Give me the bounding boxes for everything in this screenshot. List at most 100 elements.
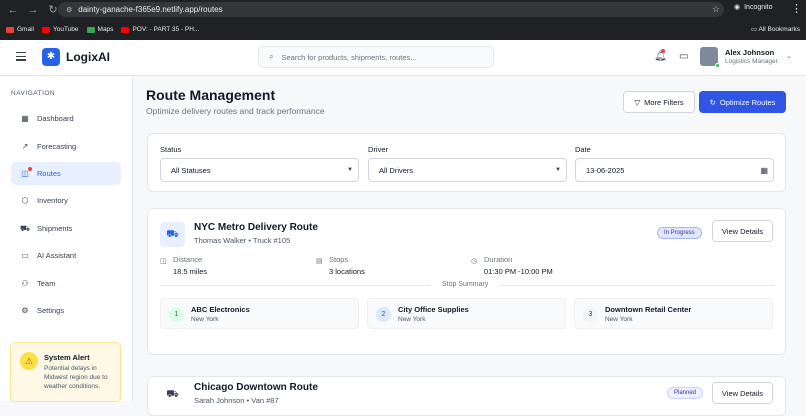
- sidebar-item-settings[interactable]: ⚙ Settings: [11, 299, 121, 322]
- route-name: NYC Metro Delivery Route: [194, 222, 318, 233]
- page-title: Route Management: [146, 87, 276, 103]
- search-placeholder: Search for products, shipments, routes..…: [281, 52, 417, 62]
- bookmark-label: Maps: [97, 26, 114, 33]
- sidebar: NAVIGATION ▦ Dashboard ↗ Forecasting ◫ Rout…: [0, 77, 133, 402]
- sidebar-item-inventory[interactable]: ⬡ Inventory: [11, 189, 121, 212]
- incognito-indicator[interactable]: ◉ Incognito: [734, 3, 773, 12]
- user-name: Alex Johnson: [725, 48, 775, 57]
- driver-select[interactable]: All Drivers ▼: [368, 158, 567, 182]
- system-alert: ⚠ System Alert Potential delays in Midwe…: [10, 342, 121, 402]
- chevron-down-icon: ▼: [347, 167, 353, 173]
- address-bar[interactable]: ⚙ dainty-ganache-f365e9.netlify.app/rout…: [58, 2, 724, 17]
- user-role: Logistics Manager: [725, 58, 778, 65]
- all-bookmarks[interactable]: ▭ All Bookmarks: [751, 25, 800, 33]
- date-input[interactable]: 13-06-2025 ▦: [575, 158, 774, 182]
- app-header: ✱ LogixAI ⌕ Search for products, shipmen…: [0, 40, 806, 76]
- warning-icon: ⚠: [20, 352, 38, 370]
- stop-item: 1 ABC Electronics New York: [160, 298, 359, 329]
- browser-menu-icon[interactable]: ⋮: [791, 2, 802, 15]
- metric-value: 3 locations: [329, 267, 365, 276]
- bookmark-pov[interactable]: POV: - PART 35 - PH...: [121, 26, 199, 33]
- incognito-icon: ◉: [734, 4, 741, 11]
- optimize-label: Optimize Routes: [719, 97, 776, 107]
- status-select[interactable]: All Statuses ▼: [160, 158, 359, 182]
- bookmark-label: POV: - PART 35 - PH...: [132, 26, 200, 33]
- bookmark-star-icon[interactable]: ☆: [712, 4, 720, 15]
- more-filters-label: More Filters: [644, 97, 684, 107]
- metric-label: Stops: [329, 255, 349, 264]
- metric-label: Distance: [173, 255, 203, 264]
- bookmark-maps[interactable]: Maps: [86, 26, 114, 33]
- truck-icon: ⛟: [160, 222, 185, 247]
- view-details-button[interactable]: View Details: [712, 220, 773, 242]
- gear-icon: ⚙: [21, 306, 29, 315]
- browser-chrome: ← → ↻ ⚙ dainty-ganache-f365e9.netlify.ap…: [0, 0, 806, 40]
- main-content: Route Management Optimize delivery route…: [134, 77, 806, 416]
- refresh-icon: ↻: [709, 97, 716, 107]
- stop-item: 2 City Office Supplies New York: [367, 298, 566, 329]
- notification-dot: [28, 167, 32, 171]
- truck-icon: ⛟: [166, 389, 179, 400]
- sidebar-item-routes[interactable]: ◫ Routes: [11, 162, 121, 185]
- driver-filter-label: Driver: [368, 145, 388, 154]
- stop-city: New York: [191, 316, 219, 323]
- online-status-dot: [715, 63, 720, 68]
- stop-name: City Office Supplies: [398, 305, 469, 314]
- stop-name: ABC Electronics: [191, 305, 250, 314]
- status-badge: Planned: [667, 387, 704, 399]
- sidebar-item-dashboard[interactable]: ▦ Dashboard: [11, 107, 121, 130]
- logo-icon: ✱: [42, 48, 60, 66]
- filters-panel: Status All Statuses ▼ Driver All Drivers ▼…: [147, 133, 786, 192]
- driver-value: All Drivers: [379, 165, 414, 175]
- clock-icon: ◷: [471, 258, 478, 265]
- gmail-icon: [6, 26, 14, 33]
- brand-name: LogixAI: [66, 50, 110, 64]
- route-meta: Thomas Walker • Truck #105: [194, 236, 291, 245]
- optimize-routes-button[interactable]: ↻ Optimize Routes: [699, 91, 786, 113]
- trend-icon: ↗: [21, 142, 29, 151]
- stop-summary-label: Stop Summary: [430, 281, 501, 288]
- bookmarks-bar: Gmail YouTube Maps POV: - PART 35 - PH..…: [0, 21, 806, 38]
- date-filter-label: Date: [575, 145, 591, 154]
- stop-city: New York: [605, 316, 633, 323]
- box-icon: ⬡: [21, 196, 29, 205]
- url-text: dainty-ganache-f365e9.netlify.app/routes: [78, 5, 223, 14]
- bookmark-label: Gmail: [17, 26, 34, 33]
- status-badge: In Progress: [657, 227, 702, 239]
- stop-city: New York: [398, 316, 426, 323]
- stop-number: 2: [376, 307, 391, 322]
- sidebar-item-shipments[interactable]: ⛟ Shipments: [11, 217, 121, 240]
- bookmark-youtube[interactable]: YouTube: [41, 26, 79, 33]
- stop-name: Downtown Retail Center: [605, 305, 692, 314]
- sidebar-item-label: Settings: [37, 306, 65, 315]
- all-bookmarks-label: All Bookmarks: [758, 26, 800, 33]
- hamburger-menu-icon[interactable]: [16, 52, 26, 63]
- chevron-down-icon[interactable]: ⌄: [786, 52, 792, 60]
- sidebar-item-team[interactable]: ⚇ Team: [11, 272, 121, 295]
- calendar-icon[interactable]: ▦: [760, 166, 768, 175]
- search-input[interactable]: ⌕ Search for products, shipments, routes…: [258, 46, 494, 68]
- stop-number: 3: [583, 307, 598, 322]
- search-icon: ⌕: [269, 52, 274, 61]
- users-icon: ⚇: [21, 279, 29, 288]
- sidebar-item-ai-assistant[interactable]: ▭ AI Assistant: [11, 244, 121, 267]
- more-filters-button[interactable]: ▽ More Filters: [623, 91, 695, 113]
- page-subtitle: Optimize delivery routes and track perfo…: [146, 106, 325, 116]
- sidebar-item-forecasting[interactable]: ↗ Forecasting: [11, 135, 121, 158]
- back-icon[interactable]: ←: [6, 4, 20, 16]
- alert-body: Potential delays in Midwest region due t…: [44, 365, 108, 390]
- sidebar-item-label: Team: [37, 279, 56, 288]
- route-name: Chicago Downtown Route: [194, 382, 318, 393]
- map-icon: ◫: [20, 167, 32, 178]
- avatar[interactable]: [700, 47, 720, 68]
- stop-number: 1: [169, 307, 184, 322]
- bookmark-gmail[interactable]: Gmail: [6, 26, 34, 33]
- date-value: 13-06-2025: [586, 165, 625, 175]
- messages-icon[interactable]: ▭: [679, 51, 688, 62]
- forward-icon[interactable]: →: [26, 4, 40, 16]
- site-info-icon[interactable]: ⚙: [66, 6, 72, 14]
- route-card: ⛟ Chicago Downtown Route Sarah Johnson •…: [147, 376, 786, 416]
- status-value: All Statuses: [171, 165, 211, 175]
- notifications-bell-icon[interactable]: 🔔︎: [654, 49, 667, 62]
- sidebar-item-label: AI Assistant: [37, 251, 77, 260]
